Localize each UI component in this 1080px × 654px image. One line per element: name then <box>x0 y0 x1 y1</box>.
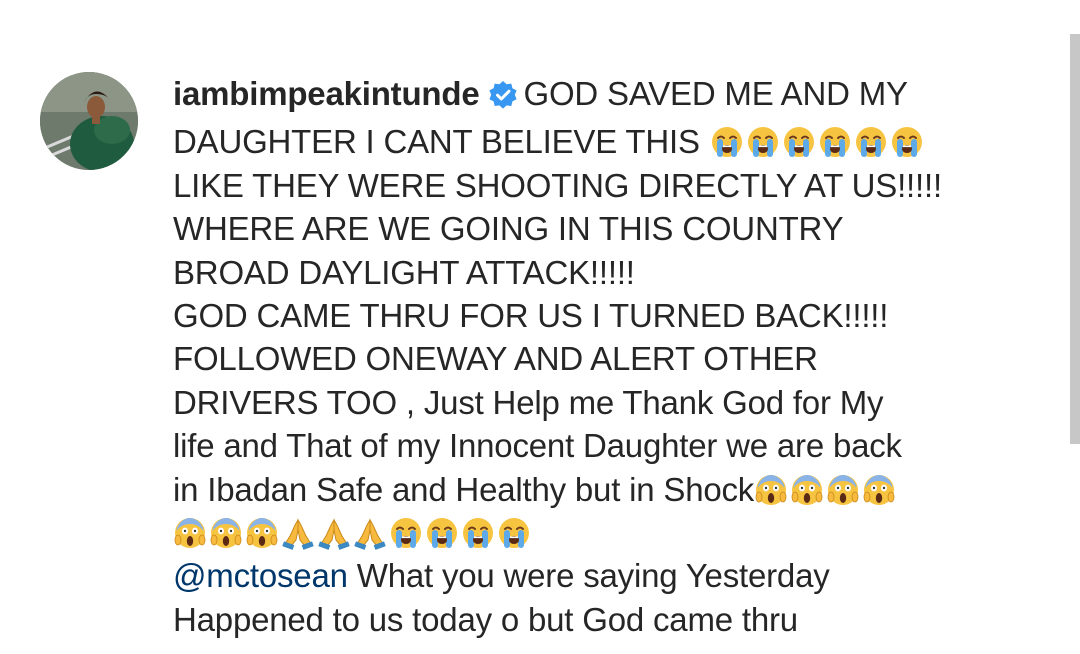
comment-line-9: life and That of my Innocent Daughter we… <box>173 424 1028 467</box>
comment-line-10: in Ibadan Safe and Healthy but in Shock <box>173 468 1028 511</box>
comment-text-segment: in Ibadan Safe and Healthy but in Shock <box>173 470 755 508</box>
folded-hands-icon <box>281 516 315 550</box>
comment-text-segment: DRIVERS TOO , Just Help me Thank God for… <box>173 383 884 421</box>
comment-line-1: iambimpeakintunde GOD SAVED ME AND MY <box>173 72 1028 120</box>
loudly-crying-face-icon <box>389 516 423 550</box>
username-link[interactable]: iambimpeakintunde <box>173 75 480 112</box>
comment-text-segment: GOD CAME THRU FOR US I TURNED BACK!!!!! <box>173 297 889 335</box>
loudly-crying-face-icon <box>890 125 924 159</box>
face-screaming-in-fear-icon <box>209 516 243 550</box>
scrollbar[interactable] <box>1070 34 1080 444</box>
comment-text-segment: life and That of my Innocent Daughter we… <box>173 427 902 465</box>
comment-line-6: GOD CAME THRU FOR US I TURNED BACK!!!!! <box>173 294 1028 337</box>
comment-line-3: LIKE THEY WERE SHOOTING DIRECTLY AT US!!… <box>173 164 1028 207</box>
loudly-crying-face-icon <box>497 516 531 550</box>
loudly-crying-face-icon <box>425 516 459 550</box>
face-screaming-in-fear-icon <box>862 473 896 507</box>
comment-line-7: FOLLOWED ONEWAY AND ALERT OTHER <box>173 337 1028 380</box>
comment-line-mention: @mctosean What you were saying Yesterday <box>173 554 1028 597</box>
comment-text-segment: WHERE ARE WE GOING IN THIS COUNTRY <box>173 210 844 248</box>
comment-text: iambimpeakintunde GOD SAVED ME AND MY DAU… <box>173 72 1028 641</box>
profile-photo-icon <box>40 72 138 170</box>
loudly-crying-face-icon <box>461 516 495 550</box>
comment-text-segment: BROAD DAYLIGHT ATTACK!!!!! <box>173 253 635 291</box>
verified-badge-icon <box>488 77 518 120</box>
folded-hands-icon <box>353 516 387 550</box>
comment-line-11 <box>173 511 1028 554</box>
comment-line-4: WHERE ARE WE GOING IN THIS COUNTRY <box>173 207 1028 250</box>
loudly-crying-face-icon <box>782 125 816 159</box>
face-screaming-in-fear-icon <box>245 516 279 550</box>
loudly-crying-face-icon <box>818 125 852 159</box>
face-screaming-in-fear-icon <box>790 473 824 507</box>
comment-text-segment: LIKE THEY WERE SHOOTING DIRECTLY AT US!!… <box>173 166 942 204</box>
comment-line-5: BROAD DAYLIGHT ATTACK!!!!! <box>173 251 1028 294</box>
face-screaming-in-fear-icon <box>754 473 788 507</box>
comment-text-segment: DAUGHTER I CANT BELIEVE THIS <box>173 123 700 161</box>
comment-lines: DAUGHTER I CANT BELIEVE THIS LIKE THEY WE… <box>173 120 1028 554</box>
comment-text-segment: What you were saying Yesterday <box>347 557 830 595</box>
face-screaming-in-fear-icon <box>173 516 207 550</box>
face-screaming-in-fear-icon <box>826 473 860 507</box>
avatar[interactable] <box>40 72 138 170</box>
comment-line-2: DAUGHTER I CANT BELIEVE THIS <box>173 120 1028 163</box>
comment-line-last: Happened to us today o but God came thru <box>173 600 798 638</box>
comment-text-segment: GOD SAVED ME AND MY <box>523 75 909 112</box>
folded-hands-icon <box>317 516 351 550</box>
comment-line-8: DRIVERS TOO , Just Help me Thank God for… <box>173 381 1028 424</box>
loudly-crying-face-icon <box>710 125 744 159</box>
mention-link[interactable]: @mctosean <box>173 557 348 594</box>
comment-text-segment: FOLLOWED ONEWAY AND ALERT OTHER <box>173 340 818 378</box>
loudly-crying-face-icon <box>854 125 888 159</box>
loudly-crying-face-icon <box>746 125 780 159</box>
